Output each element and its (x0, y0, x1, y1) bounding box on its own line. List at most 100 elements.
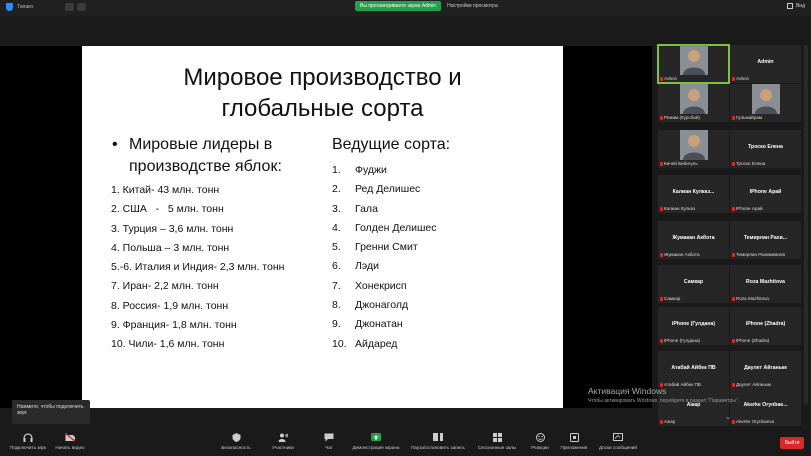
list-item: 9. Джонатан (332, 318, 403, 331)
participant-label: Admin (660, 76, 677, 81)
participants-label: Участники (272, 445, 294, 450)
participant-label: Ажар (660, 419, 675, 424)
list-item: 8. Россия- 1,9 млн. тонн (111, 299, 229, 312)
participant-tile[interactable]: Калиан Кулказ... Калиан Кулказ (658, 175, 729, 213)
participant-tile[interactable]: Атабай Айбек ПВ Атабай Айбек ПВ (658, 351, 729, 389)
participant-label: IPhone Арай (732, 206, 763, 211)
window-title: Тапако (17, 4, 34, 10)
participant-name: iPhone (Гулдана) (671, 321, 716, 327)
participant-video (680, 84, 708, 114)
participant-label-text: Гульмайрам (736, 115, 762, 120)
participant-label-text: Ажар (664, 419, 676, 424)
mic-muted-icon (660, 115, 663, 120)
participant-label: Akerke Orynbaeva (732, 419, 774, 424)
mic-muted-icon (660, 419, 663, 424)
participant-label: Кичей Бибигуль (660, 161, 698, 166)
participant-tile[interactable]: Троско Елена Троско Елена (730, 130, 801, 168)
list-item: 5. Гренни Смит (332, 241, 418, 254)
stop-icon[interactable] (77, 3, 86, 11)
apps-label: Приложения (560, 445, 588, 450)
list-item: 2. Ред Делишес (332, 183, 421, 196)
video-off-icon (65, 433, 75, 442)
headphones-icon (23, 433, 33, 442)
whiteboards-button[interactable]: Доски сообщений (590, 433, 646, 450)
participant-name: Атабай Айбек ПВ (671, 365, 716, 371)
activation-title: Активация Windows (588, 386, 667, 396)
mic-muted-icon (732, 76, 735, 81)
list-item: 1. Китай- 43 млн. тонн (111, 184, 220, 196)
pause-recording-button[interactable]: Пауза/остановить запись (410, 433, 466, 450)
share-screen-icon (371, 433, 381, 442)
share-screen-button[interactable]: Демонстрация экрана (348, 433, 404, 450)
window-controls: Тапако (6, 3, 86, 11)
slide-title-line-2: глобальные сорта (221, 95, 424, 122)
list-item: 2. США - 5 млн. тонн (111, 203, 224, 216)
participant-label: Режим (Курсбай) (660, 115, 700, 120)
participant-label-text: IPhone Арай (736, 206, 763, 211)
mic-muted-icon (732, 338, 735, 343)
whiteboard-icon (613, 433, 623, 442)
people-icon: 20 (278, 433, 288, 442)
right-heading: Ведущие сорта: (332, 136, 451, 153)
participant-name: Жумакан Акбота (672, 235, 715, 241)
list-item: 7. Хонекрисп (332, 279, 407, 292)
bullet-icon: • (112, 136, 118, 153)
list-item: 4. Польша – 3 млн. тонн (111, 241, 230, 254)
participant-tile[interactable]: Admin Admin (730, 45, 801, 83)
participant-name: iPhone (Zhadra) (745, 321, 786, 327)
view-settings-button[interactable]: Настройки просмотра (447, 3, 498, 9)
gallery-scrollbar[interactable] (804, 45, 808, 405)
participant-tile[interactable]: Гульмайрам (730, 84, 801, 122)
participant-tile[interactable]: Темирлан Рахи... Темирлан Рахимжанов (730, 221, 801, 259)
participant-tile[interactable]: Жумакан Акбота Жумакан Акбота (658, 221, 729, 259)
participant-label-text: Roza Mazhitova (736, 296, 769, 301)
shield-icon (231, 433, 241, 442)
participant-label-text: Жумакан Акбота (664, 252, 700, 257)
participant-label-text: Режим (Курсбай) (664, 115, 700, 120)
mic-muted-icon (732, 115, 735, 120)
smiley-icon (535, 433, 545, 442)
participant-tile[interactable]: iPhone (Гулдана) iPhone (Гулдана) (658, 307, 729, 345)
breakout-rooms-label: Сессионные залы (477, 445, 517, 450)
pause-icon[interactable] (65, 3, 74, 11)
participant-tile[interactable]: Режим (Курсбай) (658, 84, 729, 122)
unmute-label: Подключить звук (9, 445, 46, 450)
mic-muted-icon (660, 161, 663, 166)
mic-muted-icon (660, 76, 663, 81)
zoom-window: Тапако Вы просматриваете экран Admin Нас… (0, 0, 811, 456)
presentation-slide: Мировое производство и глобальные сорта … (82, 46, 563, 408)
participant-label-text: Троско Елена (736, 161, 766, 166)
list-item: 3. Турция – 3,6 млн. тонн (111, 222, 234, 235)
mic-muted-icon (732, 252, 735, 257)
participant-label-text: Akerke Orynbaeva (736, 419, 775, 424)
pause-stop-icon (433, 433, 443, 442)
participant-tile[interactable]: iPhone (Zhadra) iPhone (Zhadra) (730, 307, 801, 345)
participant-tile[interactable]: Самкар Самкар (658, 265, 729, 303)
start-video-button[interactable]: Начать видео (42, 433, 98, 450)
participant-tile[interactable]: Roza Mazhitova Roza Mazhitova (730, 265, 801, 303)
pause-recording-label: Пауза/остановить запись (411, 445, 465, 450)
mic-muted-icon (732, 206, 735, 211)
varieties-list: 1. Фуджи 2. Ред Делишес 3. Гала 4. Голден Де… (332, 161, 437, 354)
participant-label: iPhone (Гулдана) (660, 338, 700, 343)
participant-tile[interactable]: Admin (657, 44, 730, 84)
list-item: 8. Джонаголд (332, 299, 409, 312)
participant-video (680, 130, 708, 160)
view-button[interactable]: Вид (786, 3, 805, 9)
mic-muted-icon (660, 296, 663, 301)
chevron-down-icon[interactable]: ⌄ (720, 413, 736, 421)
participant-label-text: iPhone (Zhadra) (736, 338, 770, 343)
left-heading: • Мировые лидеры в производстве яблок: (112, 134, 312, 178)
participant-label: Гульмайрам (732, 115, 762, 120)
participant-tile[interactable]: Кичей Бибигуль (658, 130, 729, 168)
slide-title-line-1: Мировое производство и (183, 64, 462, 91)
viewing-banner[interactable]: Вы просматриваете экран Admin (355, 1, 442, 11)
participant-tile[interactable]: Даулет Айганым Даулет Айганым (730, 351, 801, 389)
leave-button[interactable]: Выйти (780, 437, 804, 449)
participant-tile[interactable]: IPhone Арай IPhone Арай (730, 175, 801, 213)
whiteboards-label: Доски сообщений (599, 445, 637, 450)
participant-name: Самкар (683, 279, 704, 285)
participant-label-text: Admin (736, 76, 750, 81)
participant-label: Roza Mazhitova (732, 296, 769, 301)
participant-label: iPhone (Zhadra) (732, 338, 769, 343)
